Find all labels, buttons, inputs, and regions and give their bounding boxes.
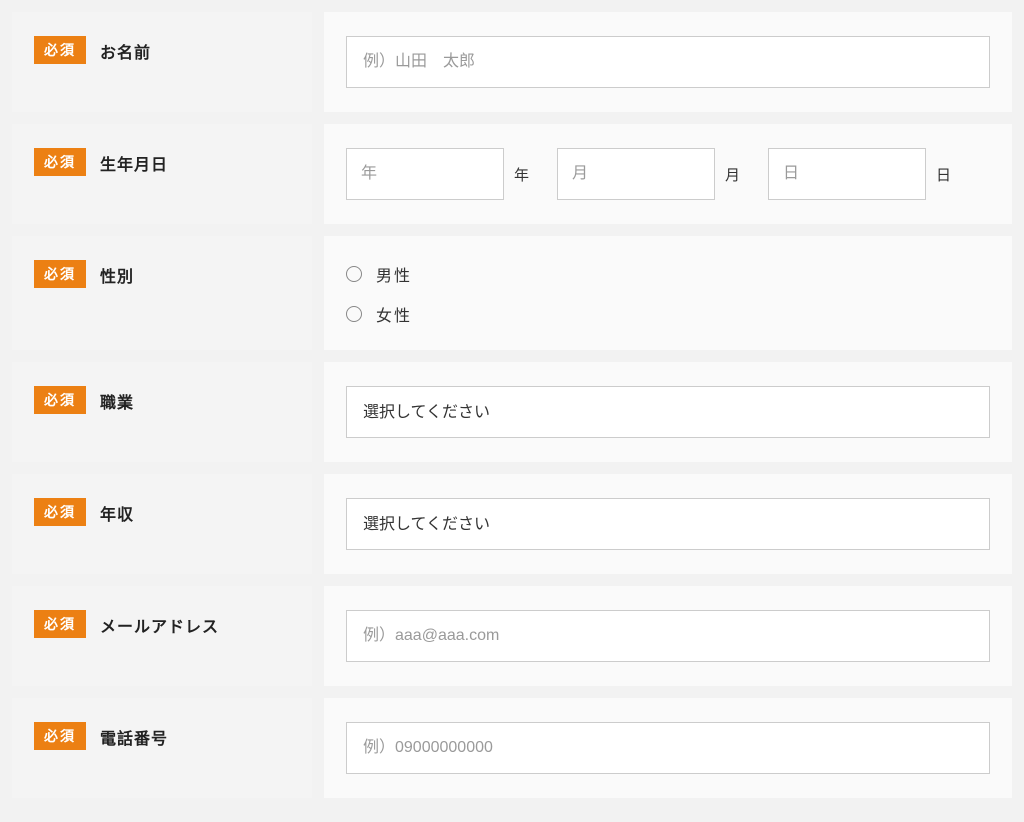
row-dob: 必須 生年月日 年 月 日 — [12, 124, 1012, 224]
label-cell-name: 必須 お名前 — [12, 12, 312, 112]
required-badge: 必須 — [34, 36, 86, 64]
dob-day-suffix: 日 — [936, 164, 951, 185]
radio-icon — [346, 266, 362, 282]
required-badge: 必須 — [34, 610, 86, 638]
row-phone: 必須 電話番号 — [12, 698, 1012, 798]
label-cell-phone: 必須 電話番号 — [12, 698, 312, 798]
row-name: 必須 お名前 — [12, 12, 1012, 112]
label-name: お名前 — [100, 36, 151, 63]
label-phone: 電話番号 — [100, 722, 168, 749]
row-occupation: 必須 職業 選択してください — [12, 362, 1012, 462]
input-cell-email — [324, 586, 1012, 686]
label-cell-email: 必須 メールアドレス — [12, 586, 312, 686]
dob-group: 年 月 日 — [346, 148, 990, 200]
required-badge: 必須 — [34, 498, 86, 526]
required-badge: 必須 — [34, 148, 86, 176]
input-cell-phone — [324, 698, 1012, 798]
row-income: 必須 年収 選択してください — [12, 474, 1012, 574]
input-cell-dob: 年 月 日 — [324, 124, 1012, 224]
input-cell-name — [324, 12, 1012, 112]
label-gender: 性別 — [100, 260, 134, 287]
gender-male-label: 男性 — [376, 262, 412, 286]
dob-day-input[interactable] — [768, 148, 926, 200]
input-cell-occupation: 選択してください — [324, 362, 1012, 462]
email-input[interactable] — [346, 610, 990, 662]
gender-radio-group: 男性 女性 — [346, 260, 990, 326]
radio-icon — [346, 306, 362, 322]
dob-year-suffix: 年 — [514, 164, 529, 185]
label-cell-occupation: 必須 職業 — [12, 362, 312, 462]
row-email: 必須 メールアドレス — [12, 586, 1012, 686]
gender-female-option[interactable]: 女性 — [346, 302, 990, 326]
label-occupation: 職業 — [100, 386, 134, 413]
dob-month-suffix: 月 — [725, 164, 740, 185]
gender-male-option[interactable]: 男性 — [346, 262, 990, 286]
label-dob: 生年月日 — [100, 148, 168, 175]
required-badge: 必須 — [34, 386, 86, 414]
dob-month-input[interactable] — [557, 148, 715, 200]
label-cell-gender: 必須 性別 — [12, 236, 312, 350]
label-income: 年収 — [100, 498, 134, 525]
phone-input[interactable] — [346, 722, 990, 774]
label-cell-income: 必須 年収 — [12, 474, 312, 574]
dob-year-input[interactable] — [346, 148, 504, 200]
label-cell-dob: 必須 生年月日 — [12, 124, 312, 224]
income-select[interactable]: 選択してください — [346, 498, 990, 550]
occupation-select[interactable]: 選択してください — [346, 386, 990, 438]
row-gender: 必須 性別 男性 女性 — [12, 236, 1012, 350]
required-badge: 必須 — [34, 722, 86, 750]
input-cell-gender: 男性 女性 — [324, 236, 1012, 350]
name-input[interactable] — [346, 36, 990, 88]
required-badge: 必須 — [34, 260, 86, 288]
label-email: メールアドレス — [100, 610, 219, 637]
gender-female-label: 女性 — [376, 302, 412, 326]
input-cell-income: 選択してください — [324, 474, 1012, 574]
